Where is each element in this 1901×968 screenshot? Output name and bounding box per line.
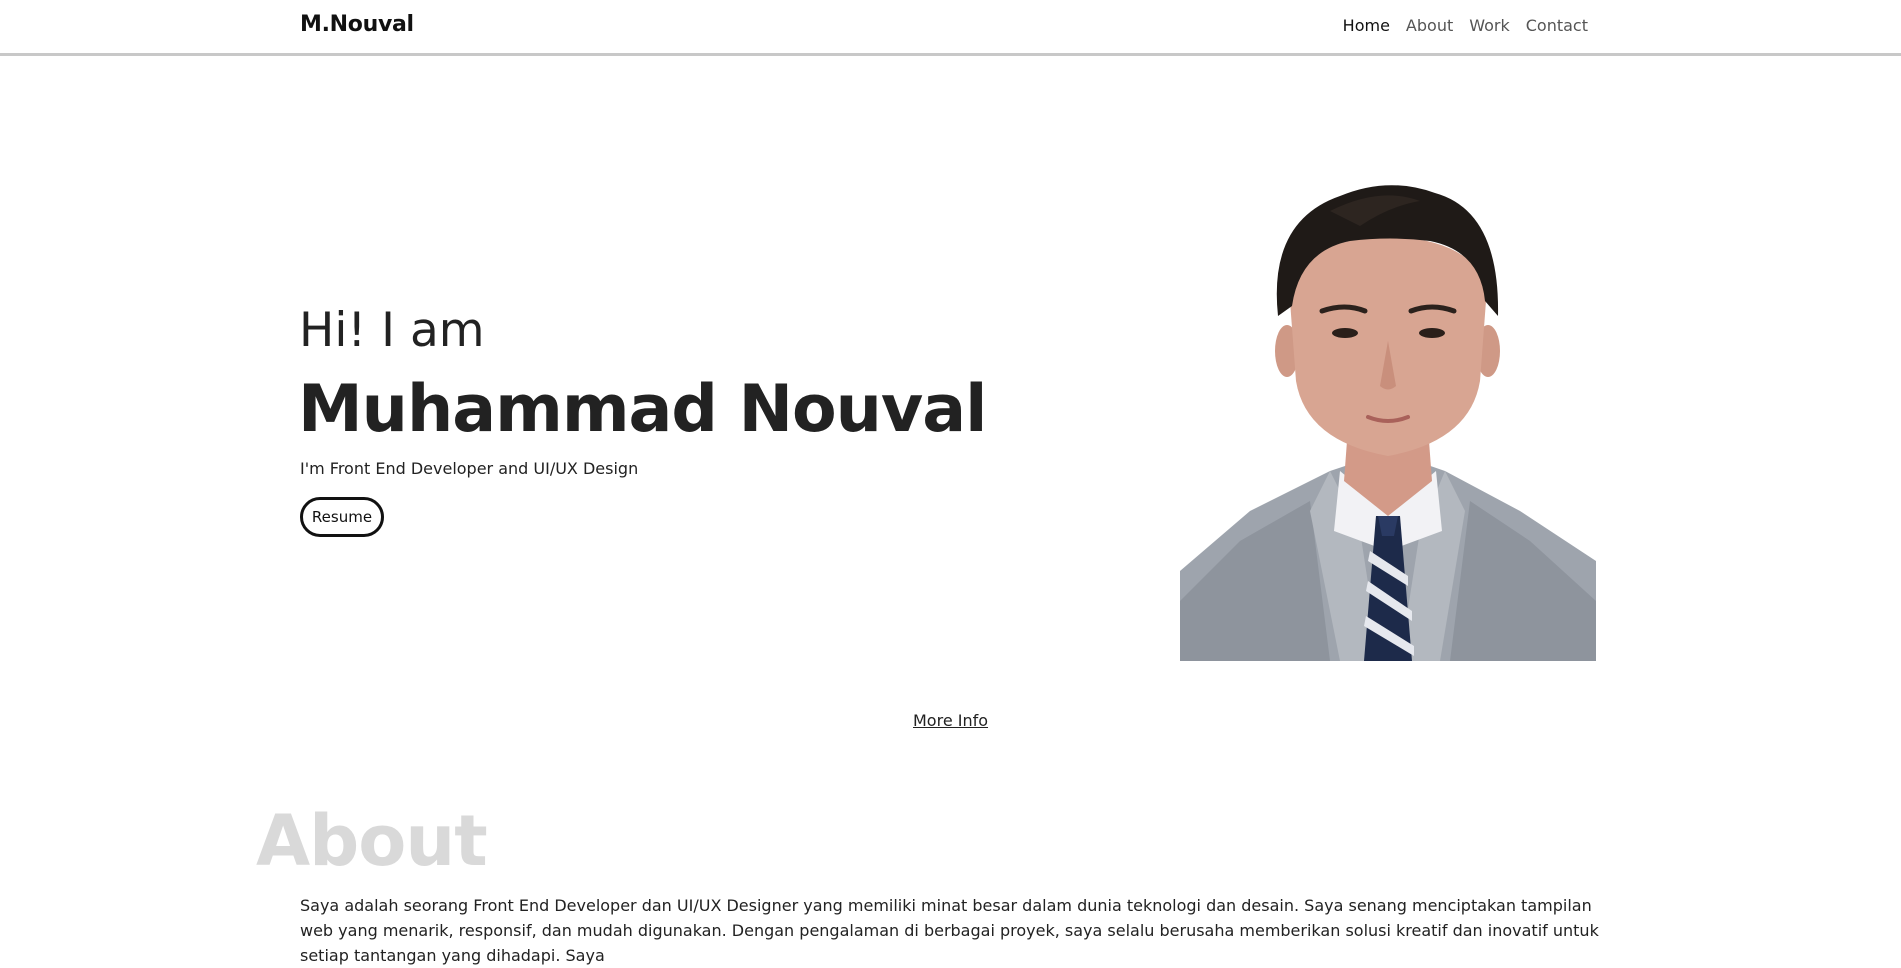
nav-link-home[interactable]: Home (1343, 16, 1390, 35)
more-info-link[interactable]: More Info (913, 711, 988, 730)
nav-link-work[interactable]: Work (1469, 16, 1510, 35)
hero-tagline: I'm Front End Developer and UI/UX Design (300, 459, 639, 478)
nav-links: Home About Work Contact (1343, 16, 1588, 35)
hero-greeting: Hi! I am (299, 303, 485, 358)
hero-name: Muhammad Nouval (298, 372, 987, 447)
portrait-photo-icon (1180, 185, 1596, 661)
profile-photo (1180, 181, 1596, 661)
about-heading: About (256, 800, 488, 882)
nav-link-about[interactable]: About (1406, 16, 1453, 35)
about-paragraph: Saya adalah seorang Front End Developer … (300, 896, 1599, 965)
top-navbar: M.Nouval Home About Work Contact (0, 0, 1901, 56)
nav-link-contact[interactable]: Contact (1526, 16, 1588, 35)
brand-logo[interactable]: M.Nouval (300, 12, 414, 37)
resume-button[interactable]: Resume (300, 497, 384, 537)
